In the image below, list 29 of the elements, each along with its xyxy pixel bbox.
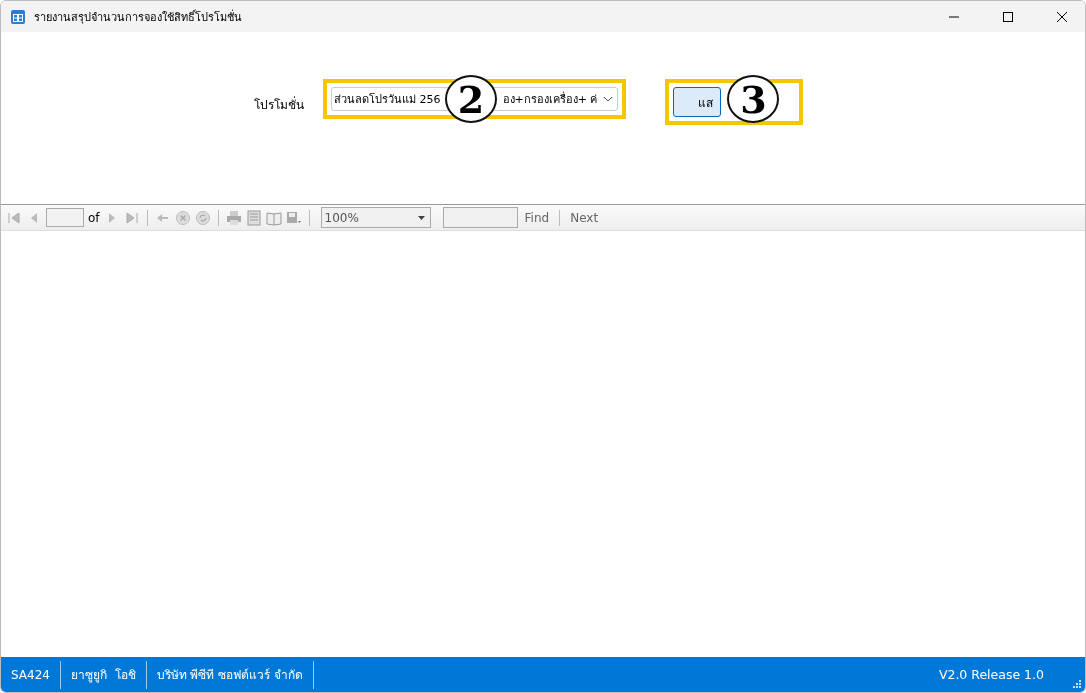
stop-icon[interactable] — [174, 209, 191, 226]
last-page-icon[interactable] — [123, 209, 140, 226]
show-button[interactable]: แส — [673, 87, 722, 117]
callout-marker: 3 — [727, 75, 780, 123]
find-field[interactable] — [442, 207, 518, 228]
resize-grip-icon[interactable] — [1072, 679, 1082, 689]
book-icon[interactable] — [265, 209, 282, 226]
export-icon[interactable] — [285, 209, 302, 226]
chevron-down-icon — [603, 96, 614, 102]
promotion-label: โปรโมชั่น — [254, 95, 304, 114]
page-number-field[interactable] — [46, 208, 84, 227]
window-title: รายงานสรุปจำนวนการจองใช้สิทธิ์โปรโมชั่น — [34, 8, 243, 26]
refresh-icon[interactable] — [194, 209, 211, 226]
status-item: บริษัท พีซีที ซอฟต์แวร์ จำกัด — [146, 660, 315, 689]
caret-icon — [417, 215, 425, 220]
page-of-label: of — [88, 210, 100, 225]
version-label: V2.0 Release 1.0 — [938, 667, 1044, 682]
app-icon — [10, 8, 26, 25]
maximize-icon — [1003, 11, 1013, 22]
close-icon — [1057, 11, 1067, 22]
find-link[interactable]: Find — [521, 210, 553, 225]
callout-marker: 2 — [445, 75, 497, 123]
next-link[interactable]: Next — [567, 210, 602, 225]
page-layout-icon[interactable] — [245, 209, 262, 226]
first-page-icon[interactable] — [6, 209, 22, 226]
print-icon[interactable] — [225, 209, 242, 226]
status-item: SA424 — [1, 660, 61, 689]
zoom-dropdown[interactable]: 100% — [320, 207, 431, 228]
status-item: ยาซูยูกิ โอชิ — [60, 660, 147, 689]
